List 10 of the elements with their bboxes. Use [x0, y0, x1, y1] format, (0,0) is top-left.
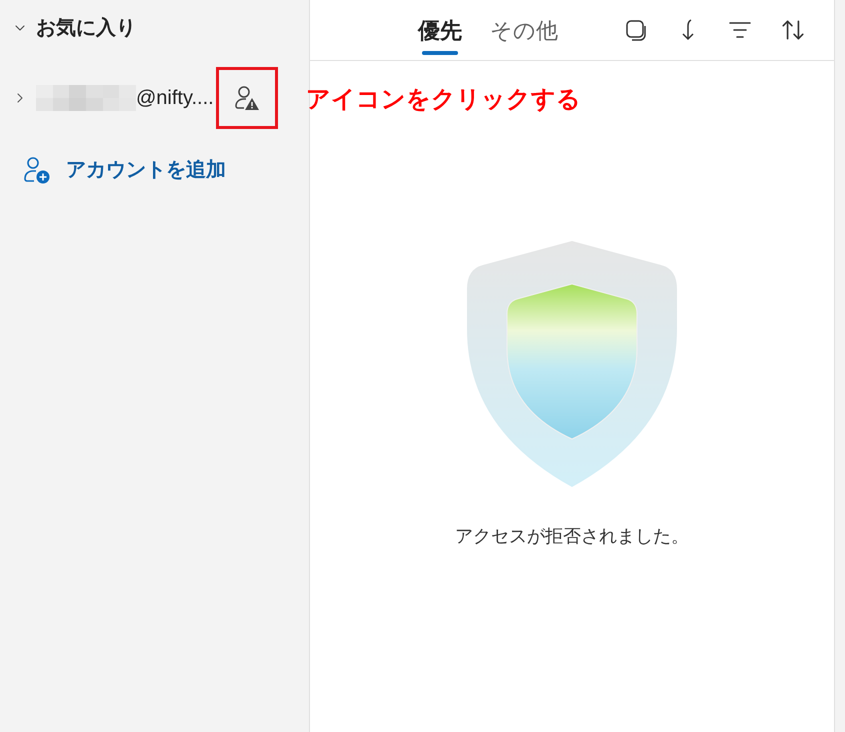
annotation-text: アイコンをクリックする	[306, 85, 581, 115]
favorites-heading[interactable]: お気に入り	[36, 13, 136, 43]
access-denied-message: アクセスが拒否されました。	[455, 525, 689, 548]
person-add-icon	[22, 155, 52, 185]
add-account-link[interactable]: アカウントを追加	[66, 155, 226, 185]
tab[interactable]: その他	[490, 14, 558, 54]
stacked-squares-icon[interactable]	[624, 18, 648, 42]
person-warning-icon[interactable]	[232, 84, 261, 112]
account-email[interactable]: @nifty....	[136, 83, 214, 113]
tab[interactable]: 優先	[418, 14, 462, 54]
